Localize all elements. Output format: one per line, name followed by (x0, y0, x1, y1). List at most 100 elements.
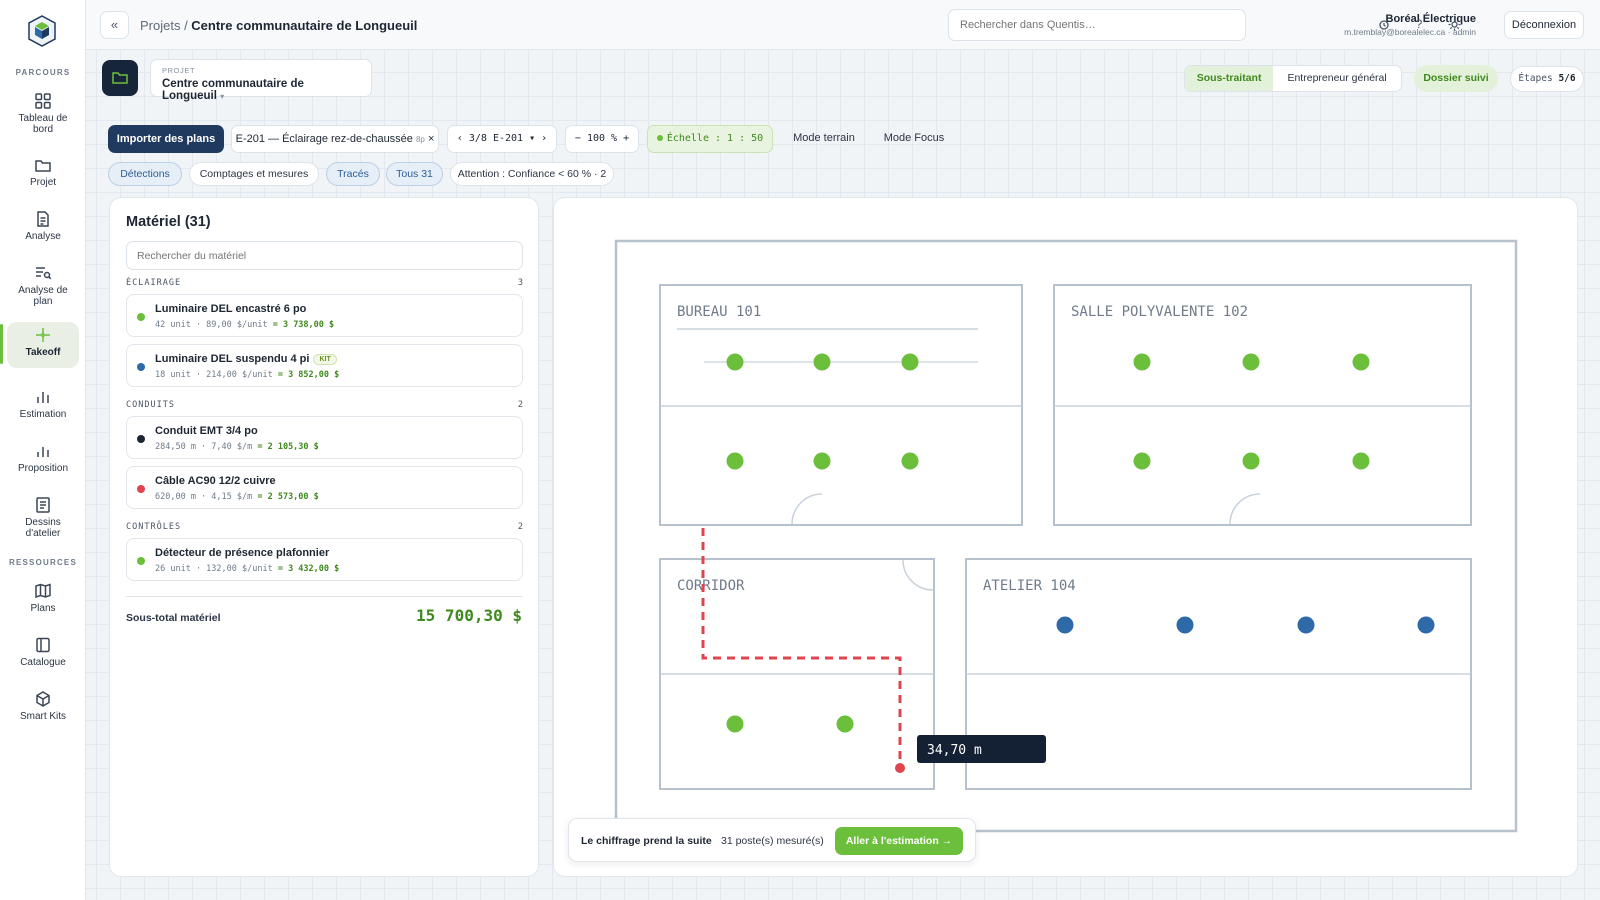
help-icon[interactable]: ? (1411, 17, 1427, 31)
scale-badge[interactable]: Échelle : 1 : 50 (647, 125, 773, 153)
active-indicator (0, 324, 3, 364)
sheet-pager[interactable]: ‹ 3/8 E-201 ▾ › (447, 125, 557, 153)
fixture-marker[interactable] (1176, 616, 1194, 634)
fixture-marker[interactable] (1133, 353, 1151, 371)
color-dot-icon (137, 363, 145, 371)
filter-all[interactable]: Tous 31 (386, 162, 443, 186)
filter-detections[interactable]: Détections (108, 162, 182, 186)
nav-label: Analyse de plan (18, 285, 68, 307)
nav-item-smart-kits[interactable]: Smart Kits (7, 686, 79, 726)
material-item[interactable]: Conduit EMT 3/4 po 284,50 m · 7,40 $/m =… (126, 416, 523, 459)
steps-indicator[interactable]: Étapes 5/6 (1510, 66, 1584, 92)
role-general-contractor[interactable]: Entrepreneur général (1273, 66, 1401, 91)
go-to-estimation-button[interactable]: Aller à l'estimation → (835, 827, 963, 855)
fixture-marker[interactable] (1352, 452, 1370, 470)
project-name: Centre communautaire de Longueuil ▾ (162, 78, 304, 102)
project-caption: PROJET (162, 66, 196, 75)
global-search-input[interactable] (948, 9, 1246, 41)
collapse-sidebar-button[interactable]: « (100, 11, 129, 39)
project-selector[interactable]: PROJET Centre communautaire de Longueuil… (150, 59, 372, 102)
nav-label: Analyse (25, 231, 61, 242)
folder-icon (35, 160, 51, 172)
color-dot-icon (137, 485, 145, 493)
breadcrumb-root[interactable]: Projets / (140, 18, 191, 33)
fixture-marker[interactable] (813, 452, 831, 470)
materials-panel: Matériel (31) ÉCLAIRAGE3 Luminaire DEL e… (109, 197, 539, 877)
logout-button[interactable]: Déconnexion (1504, 11, 1584, 39)
nav-item-plan-analysis[interactable]: Analyse de plan (7, 260, 79, 310)
sheet-tab[interactable]: E-201 — Éclairage rez-de-chaussée 8p × (231, 125, 439, 153)
fixture-marker[interactable] (1133, 452, 1151, 470)
role-toggle[interactable]: Sous-traitant Entrepreneur général (1184, 65, 1402, 92)
bar-chart-icon (37, 447, 49, 457)
nav-label: Takeoff (25, 347, 61, 358)
user-info: Boréal Électrique m.tremblay@borealelec.… (1254, 13, 1476, 37)
material-detail: 26 unit · 132,00 $/unit = 3 432,00 $ (155, 564, 340, 574)
material-item[interactable]: Luminaire DEL suspendu 4 pi KIT 18 unit ·… (126, 344, 523, 387)
filter-traces[interactable]: Tracés (326, 162, 380, 186)
nav-label: Tableau de bord (18, 113, 68, 135)
nav-section-ressources: RESSOURCES (8, 558, 77, 567)
room-label: BUREAU 101 (677, 304, 761, 320)
trace-endpoint[interactable] (895, 763, 905, 773)
nav-item-shop-drawings[interactable]: Dessins d'atelier (7, 492, 79, 542)
fixture-marker[interactable] (726, 452, 744, 470)
fixture-marker[interactable] (726, 715, 744, 733)
color-dot-icon (137, 313, 145, 321)
fixture-marker[interactable] (1056, 616, 1074, 634)
history-icon[interactable] (1376, 17, 1392, 31)
fixture-marker[interactable] (901, 353, 919, 371)
sheet-tab-pages: 8p (415, 135, 425, 144)
nav-item-dashboard[interactable]: Tableau de bord (7, 88, 79, 138)
fixture-marker[interactable] (901, 452, 919, 470)
theme-toggle-icon[interactable] (1446, 17, 1462, 31)
mode-terrain-button[interactable]: Mode terrain (784, 125, 864, 153)
materials-search-input[interactable] (126, 241, 523, 270)
materials-title: Matériel (31) (126, 214, 211, 230)
import-plans-button[interactable]: Importer des plans (108, 125, 224, 153)
door-swing (791, 493, 823, 525)
mode-focus-button[interactable]: Mode Focus (876, 125, 952, 153)
close-icon[interactable]: × (428, 133, 434, 145)
nav-item-analysis[interactable]: Analyse (7, 206, 79, 246)
fixture-marker[interactable] (1242, 353, 1260, 371)
zoom-control[interactable]: − 100 % + (565, 125, 639, 153)
material-detail: 42 unit · 89,00 $/unit = 3 738,00 $ (155, 320, 335, 330)
material-item[interactable]: Câble AC90 12/2 cuivre 620,00 m · 4,15 $… (126, 466, 523, 509)
fixture-marker[interactable] (1352, 353, 1370, 371)
nav-label: Projet (29, 177, 57, 188)
role-subcontractor[interactable]: Sous-traitant (1185, 66, 1274, 91)
nav-item-project[interactable]: Projet (7, 152, 79, 192)
material-item[interactable]: Détecteur de présence plafonnier 26 unit… (126, 538, 523, 581)
list-search-icon (36, 267, 52, 280)
fixture-marker[interactable] (1417, 616, 1435, 634)
room-label: SALLE POLYVALENTE 102 (1071, 304, 1248, 320)
nav-item-catalog[interactable]: Catalogue (7, 632, 79, 672)
filter-counts[interactable]: Comptages et mesures (189, 162, 319, 186)
nav-item-plans[interactable]: Plans (7, 578, 79, 618)
fixture-marker[interactable] (813, 353, 831, 371)
topbar: « Projets / Centre communautaire de Long… (86, 0, 1600, 50)
fixture-marker[interactable] (726, 353, 744, 371)
nav-item-estimation[interactable]: Estimation (7, 384, 79, 424)
floor-plan-drawing[interactable]: BUREAU 101 SALLE POLYVALENTE 102 CORRIDO… (554, 198, 1578, 877)
nav-label: Dessins d'atelier (25, 517, 61, 539)
group-header: CONDUITS 2 (126, 400, 523, 410)
color-dot-icon (137, 435, 145, 443)
project-folder-icon[interactable] (102, 60, 138, 96)
fixture-marker[interactable] (1242, 452, 1260, 470)
nav-item-takeoff[interactable]: Takeoff (7, 322, 79, 368)
app-logo-icon[interactable] (25, 14, 59, 48)
color-dot-icon (137, 557, 145, 565)
group-header: ÉCLAIRAGE 3 (126, 278, 523, 288)
nav-section-parcours: PARCOURS (15, 68, 71, 77)
grid-icon (35, 93, 51, 109)
fixture-marker[interactable] (836, 715, 854, 733)
material-detail: 284,50 m · 7,40 $/m = 2 105,30 $ (155, 442, 319, 452)
fixture-marker[interactable] (1297, 616, 1315, 634)
plan-canvas[interactable]: BUREAU 101 SALLE POLYVALENTE 102 CORRIDO… (553, 197, 1578, 877)
material-item[interactable]: Luminaire DEL encastré 6 po 42 unit · 89… (126, 294, 523, 337)
nav-item-proposal[interactable]: Proposition (7, 438, 79, 478)
filter-attention[interactable]: Attention : Confiance < 60 % · 2 (450, 162, 614, 186)
nav-label: Proposition (17, 463, 69, 474)
